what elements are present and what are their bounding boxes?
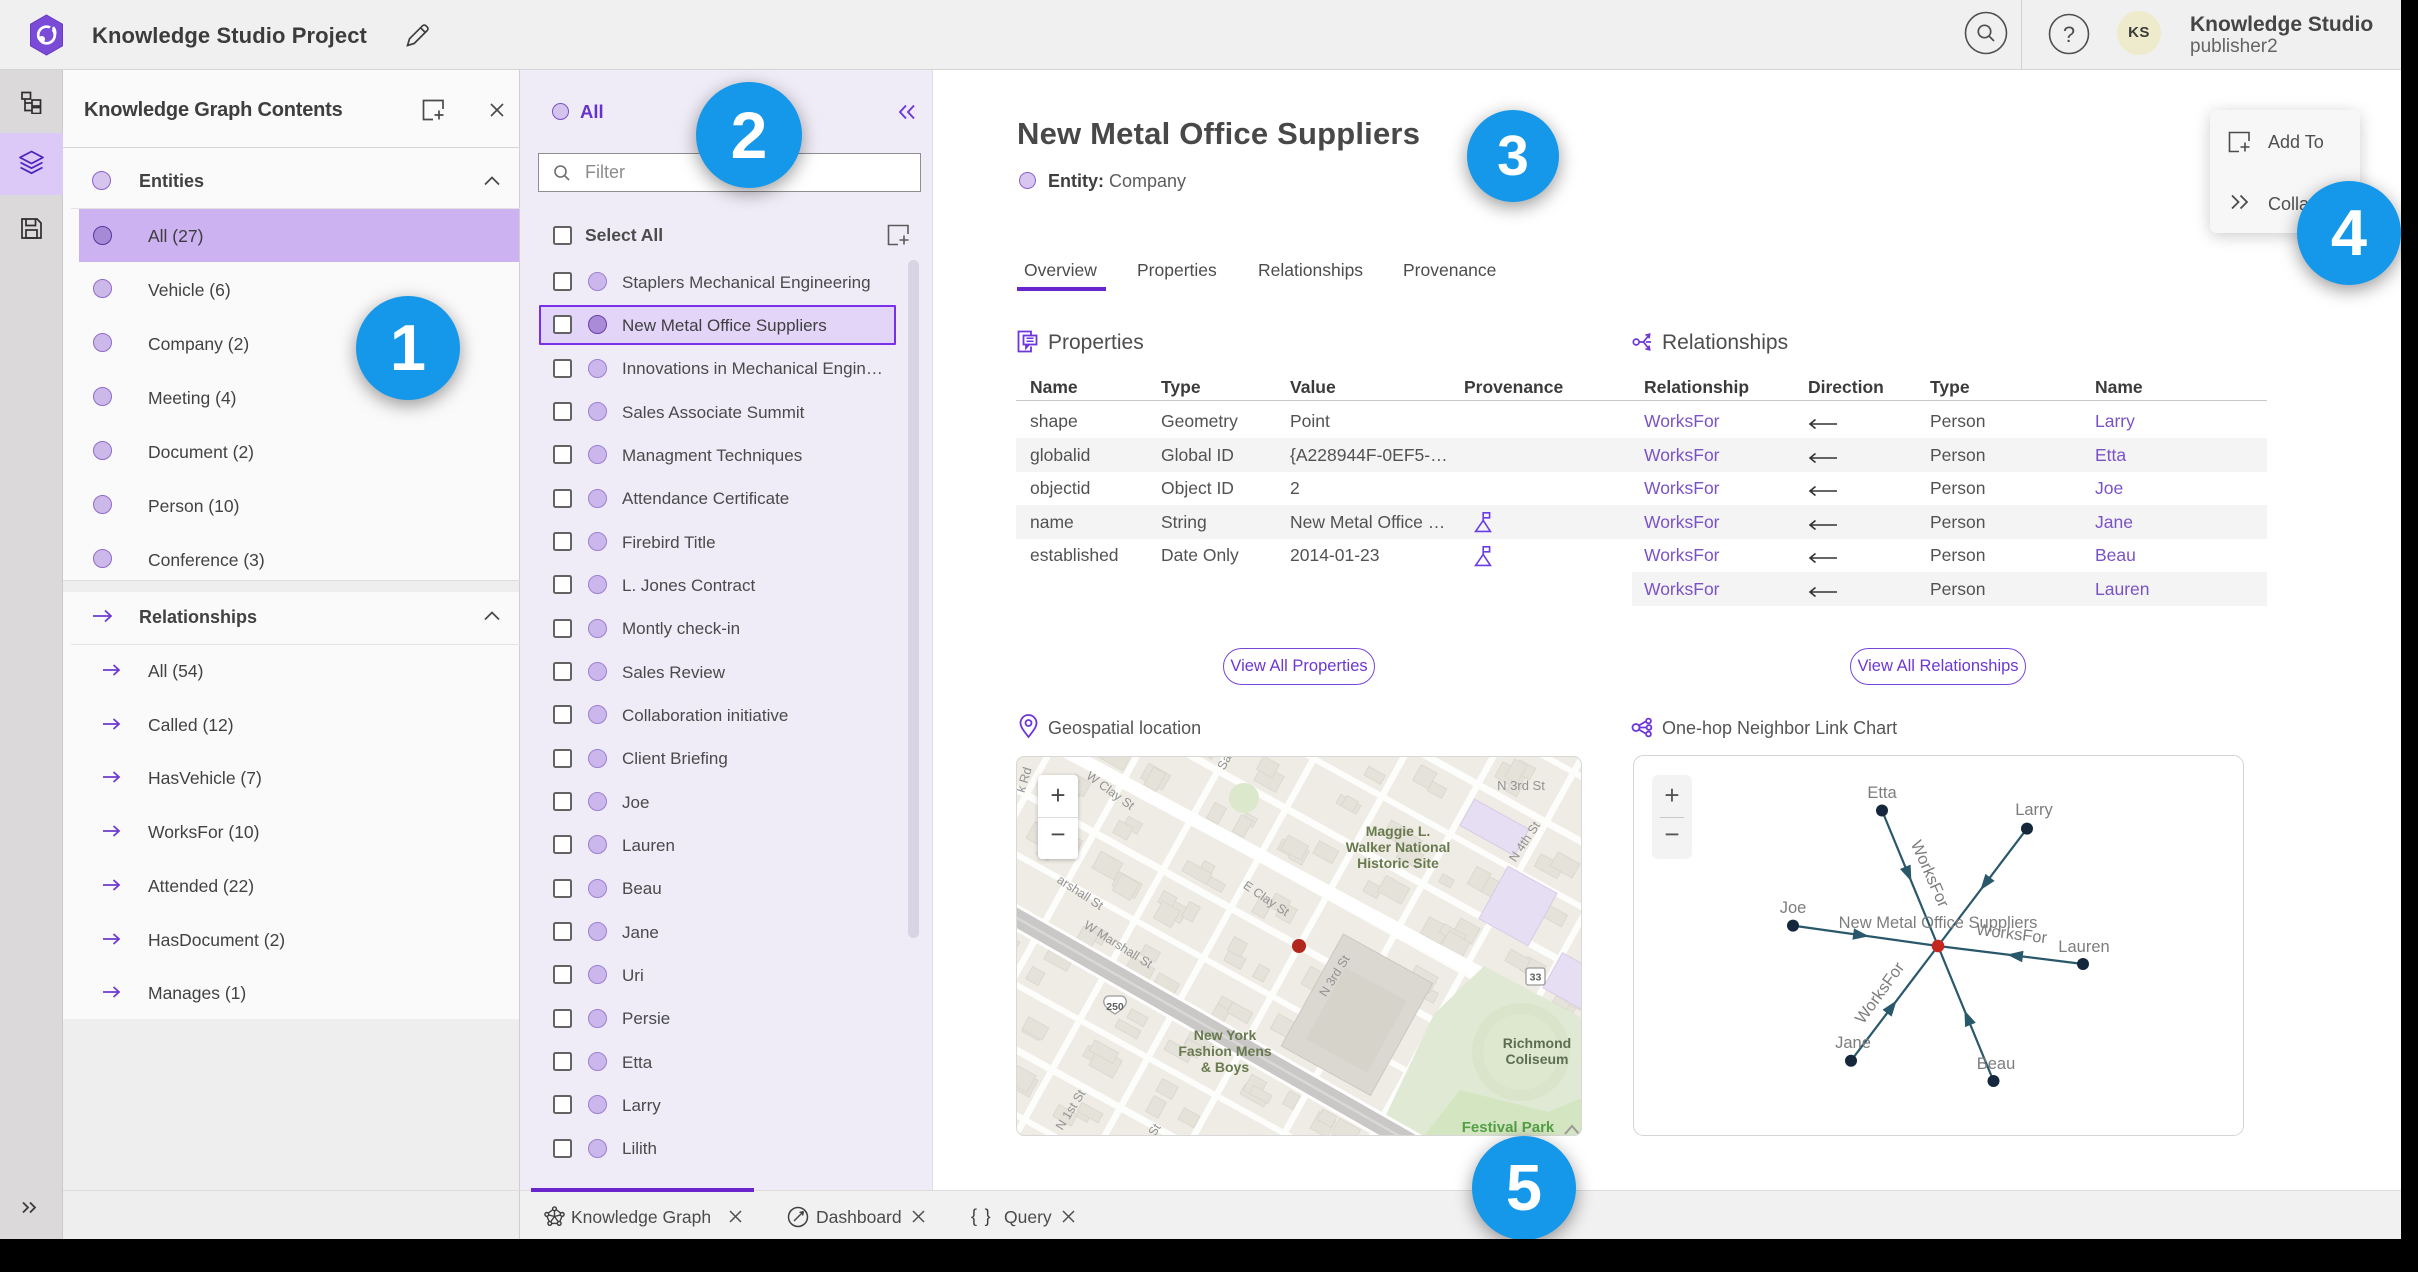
svg-text:Festival Park: Festival Park bbox=[1462, 1119, 1555, 1136]
svg-text:Maggie L.: Maggie L. bbox=[1366, 823, 1431, 839]
svg-text:250: 250 bbox=[1106, 1001, 1124, 1013]
svg-text:Coliseum: Coliseum bbox=[1505, 1051, 1568, 1067]
svg-text:?: ? bbox=[2063, 22, 2075, 47]
svg-text:Beau: Beau bbox=[1977, 1055, 2016, 1073]
svg-text:Richmond: Richmond bbox=[1503, 1035, 1571, 1051]
svg-text:33: 33 bbox=[1530, 972, 1542, 984]
svg-text:N 3rd St: N 3rd St bbox=[1497, 778, 1545, 793]
svg-text:Jane: Jane bbox=[1835, 1034, 1871, 1052]
svg-text:New York: New York bbox=[1194, 1027, 1257, 1043]
svg-text:Etta: Etta bbox=[1867, 784, 1897, 802]
svg-text:Historic Site: Historic Site bbox=[1357, 855, 1439, 871]
svg-text:& Boys: & Boys bbox=[1201, 1059, 1249, 1075]
svg-text:Fashion Mens: Fashion Mens bbox=[1178, 1043, 1272, 1059]
svg-text:Lauren: Lauren bbox=[2058, 938, 2109, 956]
svg-text:Walker National: Walker National bbox=[1346, 839, 1451, 855]
svg-text:Joe: Joe bbox=[1780, 899, 1807, 917]
svg-text:Larry: Larry bbox=[2015, 801, 2053, 819]
